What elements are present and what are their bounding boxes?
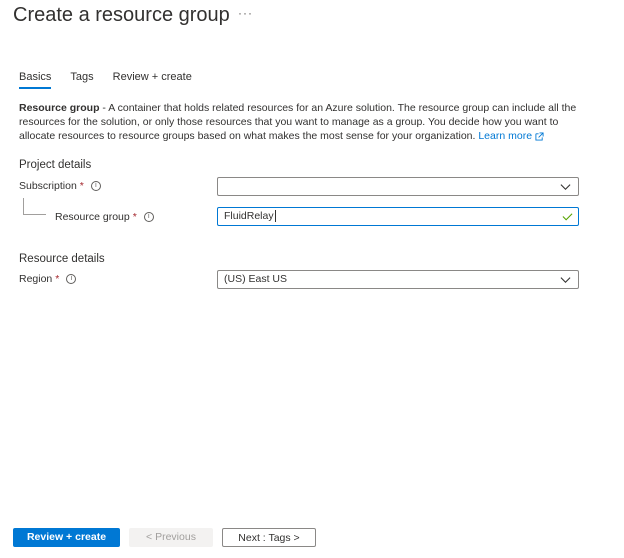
required-marker: * xyxy=(132,211,137,223)
subscription-label-text: Subscription xyxy=(19,180,77,192)
region-dropdown[interactable]: (US) East US xyxy=(217,270,579,289)
previous-button[interactable]: < Previous xyxy=(129,528,213,547)
region-value: (US) East US xyxy=(224,273,288,285)
chevron-down-icon xyxy=(560,184,571,191)
resource-details-heading: Resource details xyxy=(19,253,105,265)
resource-group-value: FluidRelay xyxy=(224,210,274,222)
region-label: Region * i xyxy=(19,273,77,285)
subscription-dropdown[interactable] xyxy=(217,177,579,196)
required-marker: * xyxy=(55,273,60,285)
region-label-text: Region xyxy=(19,273,53,285)
learn-more-link[interactable]: Learn more xyxy=(478,130,544,142)
resource-group-label: Resource group * i xyxy=(55,211,154,223)
info-icon[interactable]: i xyxy=(143,212,154,222)
description-term: Resource group xyxy=(19,102,100,114)
tab-tags[interactable]: Tags xyxy=(70,71,93,89)
checkmark-icon xyxy=(562,213,573,221)
required-marker: * xyxy=(79,180,84,192)
resource-group-input[interactable]: FluidRelay xyxy=(217,207,579,226)
page-title: Create a resource group xyxy=(13,4,230,26)
review-create-button[interactable]: Review + create xyxy=(13,528,120,547)
subscription-label: Subscription * i xyxy=(19,180,101,192)
info-icon[interactable]: i xyxy=(66,274,77,284)
text-cursor xyxy=(274,210,276,223)
project-details-heading: Project details xyxy=(19,159,92,171)
next-tags-button[interactable]: Next : Tags > xyxy=(222,528,316,547)
description: Resource group - A container that holds … xyxy=(19,101,579,143)
external-link-icon xyxy=(535,132,544,141)
info-icon[interactable]: i xyxy=(90,181,101,191)
learn-more-label: Learn more xyxy=(478,130,533,142)
tab-bar: Basics Tags Review + create xyxy=(19,71,211,89)
chevron-down-icon xyxy=(560,277,571,284)
more-options-button[interactable]: ··· xyxy=(238,6,253,20)
tab-review-create[interactable]: Review + create xyxy=(113,71,192,89)
resource-group-label-text: Resource group xyxy=(55,211,130,223)
tree-connector xyxy=(23,198,46,215)
tab-basics[interactable]: Basics xyxy=(19,71,52,89)
